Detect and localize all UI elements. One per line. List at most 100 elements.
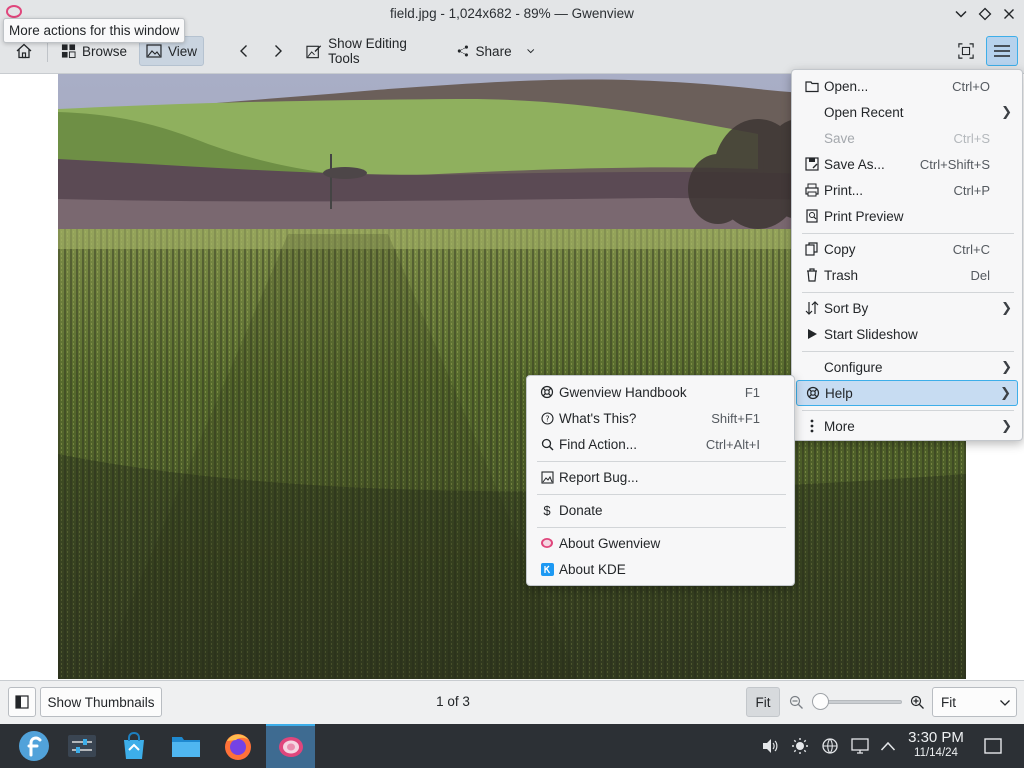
previous-button[interactable]	[231, 36, 257, 66]
desktop-icon	[984, 738, 1002, 754]
clock-date: 11/14/24	[914, 747, 958, 759]
help-submenu: Gwenview Handbook F1 ? What's This? Shif…	[526, 375, 795, 586]
grid-icon	[61, 44, 76, 59]
window-actions-tooltip: More actions for this window	[3, 18, 186, 43]
fedora-launcher[interactable]	[12, 724, 56, 768]
menu-item-open[interactable]: Open... Ctrl+O	[796, 73, 1018, 99]
file-manager-launcher[interactable]	[164, 724, 208, 768]
show-desktop-button[interactable]	[983, 736, 1003, 756]
printer-icon	[804, 182, 820, 198]
network-globe-icon[interactable]	[820, 736, 840, 756]
menu-item-about-kde[interactable]: About KDE	[531, 556, 790, 582]
taskbar: 3:30 PM 11/14/24	[0, 724, 1024, 768]
help-lifebuoy-icon	[539, 384, 555, 400]
zoom-out-icon	[789, 695, 803, 709]
status-bar: Show Thumbnails 1 of 3 Fit Fit	[0, 680, 1024, 724]
menu-item-about-gwenview[interactable]: About Gwenview	[531, 530, 790, 556]
bug-report-icon	[539, 469, 555, 485]
toggle-sidebar-button[interactable]	[8, 687, 36, 717]
minimize-button[interactable]	[951, 4, 971, 24]
folder-open-icon	[804, 78, 820, 94]
play-icon	[804, 326, 820, 342]
store-bag-icon	[124, 732, 144, 759]
chevron-right-icon: ❯	[1000, 385, 1011, 400]
firefox-icon	[225, 734, 251, 760]
fullscreen-button[interactable]	[952, 36, 980, 66]
menu-item-save-as[interactable]: Save As... Ctrl+Shift+S	[796, 151, 1018, 177]
settings-sliders-icon	[68, 735, 96, 757]
print-preview-icon	[804, 208, 820, 224]
menu-item-sort-by[interactable]: Sort By ❯	[796, 295, 1018, 321]
menu-item-print[interactable]: Print... Ctrl+P	[796, 177, 1018, 203]
menu-item-donate[interactable]: $ Donate	[531, 497, 790, 523]
zoom-slider[interactable]	[812, 687, 904, 717]
search-icon	[539, 436, 555, 452]
zoom-select[interactable]: Fit	[932, 687, 1017, 717]
clock[interactable]: 3:30 PM 11/14/24	[902, 729, 970, 760]
show-editing-tools-label: Show Editing Tools	[328, 36, 407, 66]
maximize-button[interactable]	[975, 4, 995, 24]
menu-item-trash[interactable]: Trash Del	[796, 262, 1018, 288]
chevron-left-icon	[240, 45, 247, 57]
image-position: 1 of 3	[436, 694, 470, 709]
help-lifebuoy-icon	[805, 385, 821, 401]
zoom-out-button[interactable]	[789, 695, 805, 711]
gwenview-task[interactable]	[266, 724, 315, 768]
chevron-right-icon	[275, 45, 282, 57]
close-icon	[1004, 9, 1014, 19]
next-button[interactable]	[265, 36, 291, 66]
browse-label: Browse	[81, 43, 127, 59]
trash-icon	[804, 267, 820, 283]
show-thumbnails-button[interactable]: Show Thumbnails	[40, 687, 162, 717]
menu-item-print-preview[interactable]: Print Preview	[796, 203, 1018, 229]
home-icon	[16, 43, 32, 59]
close-button[interactable]	[999, 4, 1019, 24]
overflow-dots-icon	[804, 418, 820, 434]
zoom-slider-handle[interactable]	[812, 693, 829, 710]
main-menu: Open... Ctrl+O Open Recent ❯ Save Ctrl+S…	[791, 69, 1023, 441]
gwenview-icon	[278, 737, 303, 757]
chevron-down-icon	[955, 10, 967, 18]
menu-item-gwenview-handbook[interactable]: Gwenview Handbook F1	[531, 379, 790, 405]
fit-button[interactable]: Fit	[746, 687, 780, 717]
night-color-icon[interactable]	[790, 736, 810, 756]
hamburger-icon	[994, 45, 1010, 57]
firefox-launcher[interactable]	[216, 724, 260, 768]
menu-item-help[interactable]: Help ❯	[796, 380, 1018, 406]
system-settings-launcher[interactable]	[60, 724, 104, 768]
chevron-down-icon	[1000, 700, 1010, 706]
menu-item-more[interactable]: More ❯	[796, 413, 1018, 439]
menu-item-report-bug[interactable]: Report Bug...	[531, 464, 790, 490]
menu-item-start-slideshow[interactable]: Start Slideshow	[796, 321, 1018, 347]
chevron-right-icon: ❯	[1001, 104, 1012, 119]
zoom-in-icon	[910, 695, 924, 709]
gwenview-icon	[539, 535, 555, 551]
share-button[interactable]: Share	[451, 36, 541, 66]
chevron-down-icon	[526, 49, 534, 54]
menu-item-whats-this[interactable]: ? What's This? Shift+F1	[531, 405, 790, 431]
hamburger-menu-button[interactable]	[986, 36, 1018, 66]
discover-launcher[interactable]	[112, 724, 156, 768]
clock-time: 3:30 PM	[908, 729, 964, 746]
menu-item-open-recent[interactable]: Open Recent ❯	[796, 99, 1018, 125]
menu-item-copy[interactable]: Copy Ctrl+C	[796, 236, 1018, 262]
save-as-icon	[804, 156, 820, 172]
display-icon[interactable]	[850, 736, 870, 756]
share-icon	[457, 45, 468, 57]
menu-item-configure[interactable]: Configure ❯	[796, 354, 1018, 380]
view-label: View	[167, 43, 197, 59]
chevron-up-icon[interactable]	[878, 736, 898, 756]
zoom-in-button[interactable]	[910, 695, 926, 711]
edit-image-icon	[306, 44, 322, 58]
sidebar-icon	[15, 695, 29, 709]
kde-logo-icon	[539, 561, 555, 577]
fedora-logo-icon	[19, 731, 49, 761]
share-label: Share	[475, 43, 512, 59]
volume-icon[interactable]	[760, 736, 780, 756]
show-editing-tools-button[interactable]: Show Editing Tools	[300, 36, 442, 66]
gwenview-app-icon[interactable]	[6, 5, 22, 18]
sort-icon	[804, 300, 820, 316]
diamond-icon	[978, 7, 992, 21]
menu-item-find-action[interactable]: Find Action... Ctrl+Alt+I	[531, 431, 790, 457]
zoom-select-value: Fit	[941, 694, 956, 710]
